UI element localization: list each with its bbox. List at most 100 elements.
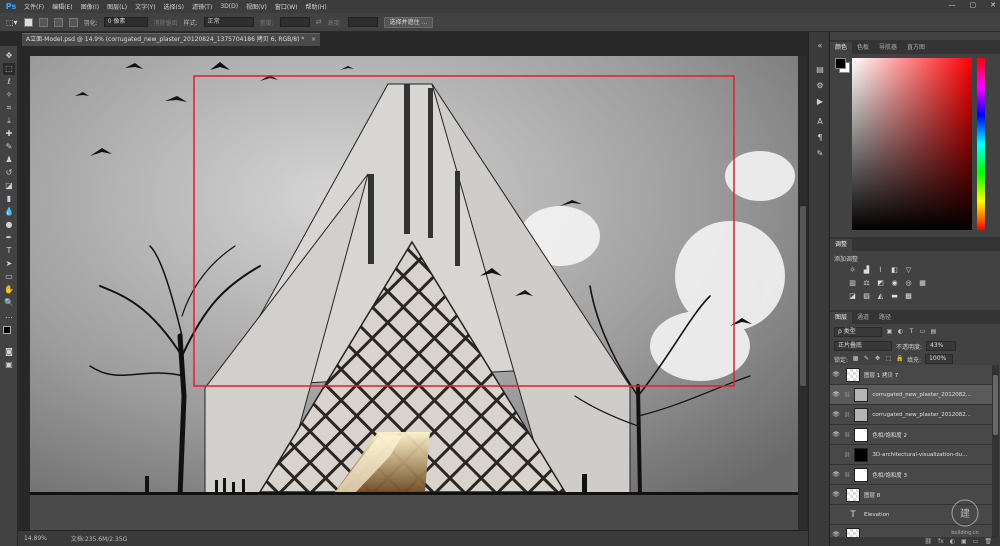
- menu-help[interactable]: 帮助(H): [306, 2, 327, 11]
- visibility-eye-icon[interactable]: 👁: [830, 491, 842, 498]
- layer-thumbnail[interactable]: [854, 407, 869, 422]
- lock-artboard-icon[interactable]: ⬚: [885, 355, 892, 363]
- blur-tool-icon[interactable]: 💧: [3, 206, 15, 218]
- vibrance-icon[interactable]: ▽: [904, 266, 913, 275]
- canvas-scroll-thumb[interactable]: [800, 206, 806, 386]
- dodge-tool-icon[interactable]: ●: [3, 219, 15, 231]
- tab-channels[interactable]: 通道: [852, 312, 874, 324]
- layer-thumbnail[interactable]: [846, 527, 860, 537]
- color-lookup-icon[interactable]: ▦: [918, 279, 927, 288]
- layer-row[interactable]: 👁 ⛓ corrugated_new_plaster_2012082...: [830, 405, 992, 425]
- layer-name[interactable]: 图层 1 拷贝 7: [864, 371, 898, 379]
- menu-edit[interactable]: 编辑(E): [52, 2, 72, 11]
- tab-layers[interactable]: 图层: [830, 312, 853, 324]
- black-white-icon[interactable]: ◩: [876, 279, 885, 288]
- type-tool-icon[interactable]: T: [3, 245, 15, 257]
- eraser-tool-icon[interactable]: ◪: [3, 180, 15, 192]
- actions-panel-icon[interactable]: ▶: [814, 96, 826, 108]
- crop-tool-icon[interactable]: ⌗: [3, 102, 15, 114]
- menu-layer[interactable]: 图层(L): [107, 2, 127, 11]
- subtract-selection-icon[interactable]: [53, 17, 63, 27]
- layer-thumbnail[interactable]: [846, 367, 860, 382]
- layer-name[interactable]: 图层 8: [864, 491, 880, 499]
- text-layer-icon[interactable]: T: [846, 508, 860, 522]
- canvas-vertical-scrollbar[interactable]: [799, 56, 807, 530]
- width-input[interactable]: [279, 17, 310, 27]
- menu-file[interactable]: 文件(F): [24, 2, 44, 11]
- layer-name[interactable]: 色相/饱和度 3: [872, 471, 907, 479]
- exposure-icon[interactable]: ◧: [890, 266, 899, 275]
- gradient-tool-icon[interactable]: ▮: [3, 193, 15, 205]
- feather-input[interactable]: 0 像素: [103, 17, 148, 27]
- gradient-map-icon[interactable]: ▬: [890, 292, 899, 301]
- layer-name[interactable]: 3D-architectural-visualization-du...: [872, 452, 967, 458]
- brushes-panel-icon[interactable]: ✎: [814, 148, 826, 160]
- filter-adjust-icon[interactable]: ◐: [897, 328, 904, 336]
- threshold-icon[interactable]: ◭: [876, 292, 885, 301]
- quick-mask-icon[interactable]: ◙: [3, 346, 15, 358]
- menu-type[interactable]: 文字(Y): [135, 2, 155, 11]
- layer-thumbnail[interactable]: [854, 427, 869, 442]
- zoom-level[interactable]: 14.89%: [24, 535, 47, 542]
- healing-brush-tool-icon[interactable]: ✚: [3, 128, 15, 140]
- pen-tool-icon[interactable]: ✒: [3, 232, 15, 244]
- history-panel-icon[interactable]: ▤: [814, 64, 826, 76]
- filter-shape-icon[interactable]: ▭: [919, 328, 926, 336]
- tab-adjustments[interactable]: 调整: [830, 239, 853, 251]
- hue-saturation-icon[interactable]: ▥: [848, 279, 857, 288]
- visibility-eye-icon[interactable]: 👁: [830, 411, 842, 418]
- posterize-icon[interactable]: ▨: [862, 292, 871, 301]
- minimize-icon[interactable]: —: [949, 1, 956, 9]
- hue-slider[interactable]: [977, 58, 985, 230]
- close-window-icon[interactable]: ✕: [990, 1, 996, 9]
- document-tab[interactable]: A立面-Model.psd @ 14.9% (corrugated_new_pl…: [22, 33, 320, 46]
- link-layers-icon[interactable]: ⛓: [924, 537, 932, 546]
- close-tab-icon[interactable]: ×: [311, 34, 316, 46]
- layers-scroll-thumb[interactable]: [993, 375, 998, 435]
- filter-smart-icon[interactable]: ▤: [930, 328, 937, 336]
- opacity-input[interactable]: 43%: [926, 341, 957, 351]
- eyedropper-tool-icon[interactable]: ⤓: [3, 115, 15, 127]
- layer-name[interactable]: corrugated_new_plaster_2012082...: [872, 412, 971, 418]
- invert-icon[interactable]: ◪: [848, 292, 857, 301]
- intersect-selection-icon[interactable]: [68, 17, 78, 27]
- menu-select[interactable]: 选择(S): [163, 2, 184, 11]
- layer-thumbnail[interactable]: [854, 447, 869, 462]
- character-panel-icon[interactable]: A: [814, 116, 826, 128]
- channel-mixer-icon[interactable]: ◎: [904, 279, 913, 288]
- layer-row[interactable]: 👁 ⛓ 色相/饱和度 2: [830, 425, 992, 445]
- menu-image[interactable]: 图像(I): [81, 2, 99, 11]
- color-balance-icon[interactable]: ⚖: [862, 279, 871, 288]
- visibility-eye-icon[interactable]: 👁: [830, 431, 842, 438]
- layer-name[interactable]: Elevation: [864, 512, 890, 518]
- document-canvas[interactable]: [30, 56, 798, 530]
- lock-all-icon[interactable]: 🔒: [896, 355, 903, 363]
- menu-3d[interactable]: 3D(D): [220, 3, 238, 10]
- layer-row[interactable]: 👁 ⛓ corrugated_new_plaster_2012082...: [830, 385, 992, 405]
- visibility-eye-icon[interactable]: 👁: [830, 371, 842, 378]
- new-selection-icon[interactable]: [23, 17, 33, 27]
- move-tool-icon[interactable]: ✥: [3, 50, 15, 62]
- paragraph-panel-icon[interactable]: ¶: [814, 132, 826, 144]
- blend-mode-select[interactable]: 正片叠底: [834, 341, 892, 351]
- curves-icon[interactable]: ⌇: [876, 266, 885, 275]
- lock-image-icon[interactable]: ✎: [863, 355, 870, 363]
- rect-marquee-tool-icon[interactable]: ⬚: [3, 63, 15, 75]
- swap-dimensions-icon[interactable]: ⇄: [316, 18, 322, 26]
- rectangle-tool-icon[interactable]: ▭: [3, 271, 15, 283]
- color-field[interactable]: [852, 58, 972, 230]
- layer-thumbnail[interactable]: [854, 387, 869, 402]
- menu-filter[interactable]: 滤镜(T): [192, 2, 212, 11]
- photo-filter-icon[interactable]: ◉: [890, 279, 899, 288]
- menu-view[interactable]: 视图(V): [246, 2, 267, 11]
- layer-thumbnail[interactable]: [846, 487, 860, 502]
- layer-name[interactable]: corrugated_new_plaster_2012082...: [872, 392, 971, 398]
- path-selection-tool-icon[interactable]: ➤: [3, 258, 15, 270]
- tab-paths[interactable]: 路径: [874, 312, 896, 324]
- dock-expand-icon[interactable]: «: [814, 40, 826, 52]
- filter-pixel-icon[interactable]: ▣: [886, 328, 893, 336]
- tab-navigator[interactable]: 导航器: [874, 42, 902, 54]
- properties-panel-icon[interactable]: ⚙: [814, 80, 826, 92]
- brightness-icon[interactable]: ☼: [848, 266, 857, 275]
- color-swatches-icon[interactable]: [3, 326, 15, 338]
